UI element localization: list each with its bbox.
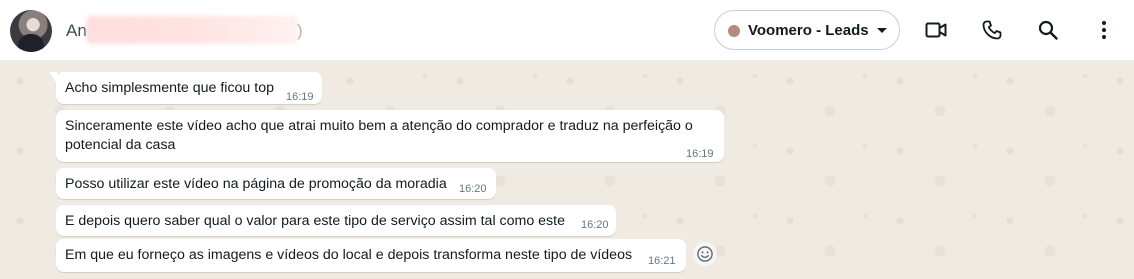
message-time: 16:20 [581, 219, 609, 231]
message-bubble[interactable]: Posso utilizar este vídeo na página de p… [56, 168, 496, 199]
more-vert-icon[interactable] [1092, 18, 1116, 42]
message-text: Posso utilizar este vídeo na página de p… [65, 176, 447, 192]
message-bubble[interactable]: E depois quero saber qual o valor para e… [56, 205, 616, 236]
label-color-dot [728, 25, 740, 37]
redacted-name-overlay [86, 16, 298, 44]
message-text: E depois quero saber qual o valor para e… [65, 213, 565, 229]
message-time: 16:20 [459, 183, 487, 195]
message-time: 16:19 [686, 148, 714, 160]
chevron-down-icon [877, 28, 887, 33]
message-text: Em que eu forneço as imagens e vídeos do… [65, 247, 633, 263]
contact-name-tail: ) [297, 21, 303, 40]
contact-name[interactable]: An [66, 21, 87, 41]
label-text: Voomero - Leads [748, 22, 869, 39]
chat-header: An ) Voomero - Leads [0, 0, 1134, 61]
message-bubble[interactable]: Em que eu forneço as imagens e vídeos do… [56, 239, 686, 272]
label-selector[interactable]: Voomero - Leads [714, 10, 900, 50]
message-time: 16:21 [648, 255, 676, 267]
react-emoji-icon[interactable] [693, 242, 717, 266]
message-text: Acho simplesmente que ficou top [65, 80, 274, 96]
phone-icon[interactable] [980, 18, 1004, 42]
contact-avatar[interactable] [10, 10, 52, 52]
message-time: 16:19 [286, 91, 314, 103]
message-bubble[interactable]: Acho simplesmente que ficou top 16:19 [49, 72, 322, 104]
message-bubble[interactable]: Sinceramente este vídeo acho que atrai m… [56, 110, 724, 162]
search-icon[interactable] [1036, 18, 1060, 42]
message-text: Sinceramente este vídeo acho que atrai m… [65, 118, 693, 153]
video-call-icon[interactable] [924, 18, 948, 42]
